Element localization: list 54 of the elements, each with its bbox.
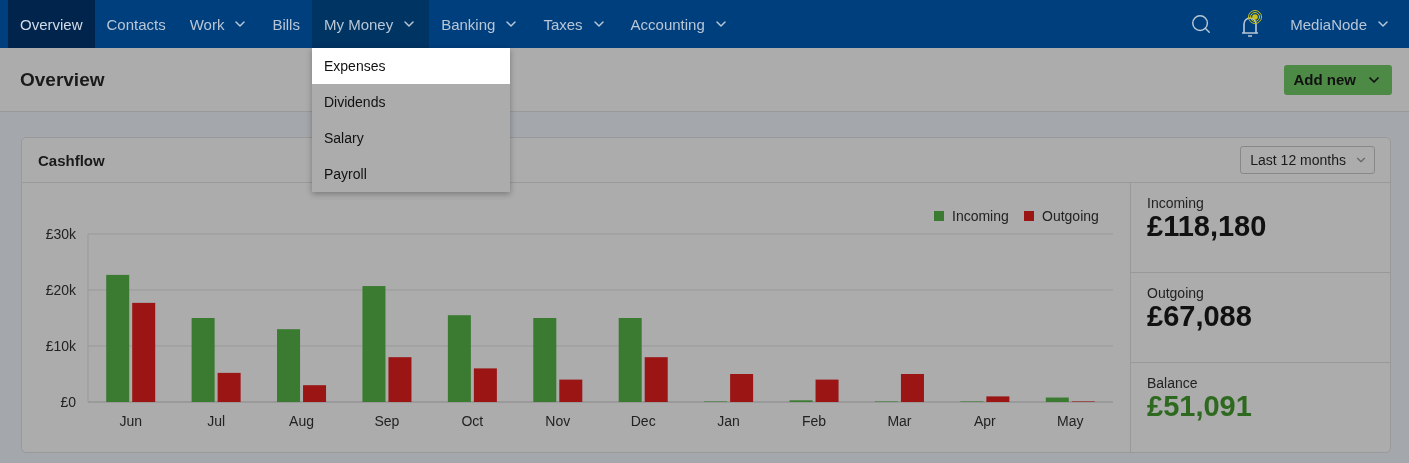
stat-value: £51,091 — [1147, 391, 1253, 423]
menu-item[interactable]: Salary — [311, 120, 510, 156]
range-select[interactable]: Last 12 months — [1240, 146, 1375, 174]
page-title: Overview — [20, 68, 105, 91]
stat-label: Incoming — [1147, 195, 1205, 211]
legend-label: Outgoing — [1042, 208, 1099, 224]
bar — [815, 379, 839, 402]
nav-tab[interactable]: Overview — [8, 0, 95, 48]
axis-label: May — [1057, 413, 1084, 429]
menu-item[interactable]: Expenses — [311, 48, 510, 84]
axis-label: £30k — [45, 226, 76, 242]
axis-label: Jan — [717, 413, 740, 429]
axis-label: Oct — [461, 413, 484, 429]
legend-swatch — [934, 211, 944, 221]
bar — [1045, 397, 1069, 402]
bar — [388, 357, 412, 402]
bar — [644, 357, 668, 402]
nav-tab[interactable]: Banking — [429, 0, 532, 48]
axis-label: £10k — [45, 338, 76, 354]
card-title: Cashflow — [38, 151, 105, 169]
nav-tab[interactable]: Bills — [260, 0, 312, 48]
menu-item[interactable]: Payroll — [311, 156, 510, 192]
axis-label: Aug — [289, 413, 314, 429]
bar — [217, 372, 241, 402]
legend-swatch — [1024, 211, 1034, 221]
add-new-button[interactable]: Add new — [1283, 64, 1392, 95]
axis-label: £20k — [45, 282, 76, 298]
legend-label: Incoming — [952, 208, 1009, 224]
account-menu[interactable]: MediaNode — [1290, 15, 1391, 33]
axis-label: Sep — [374, 413, 400, 429]
stat-value: £67,088 — [1147, 301, 1253, 333]
stat-value: £118,180 — [1147, 211, 1268, 243]
menu-item[interactable]: Dividends — [311, 84, 510, 120]
bar — [303, 385, 327, 402]
stat-label: Outgoing — [1147, 285, 1205, 301]
nav-tab[interactable]: Taxes — [531, 0, 619, 48]
bar — [900, 374, 924, 402]
stat-label: Balance — [1147, 375, 1199, 391]
axis-label: Jul — [207, 413, 226, 429]
bar — [559, 379, 583, 402]
nav-tab[interactable]: Accounting — [618, 0, 741, 48]
axis-label: Jun — [119, 413, 142, 429]
axis-label: £0 — [60, 394, 76, 410]
axis-label: Feb — [802, 413, 827, 429]
axis-label: Apr — [974, 413, 996, 429]
search-icon[interactable] — [1190, 13, 1213, 35]
bar — [986, 396, 1010, 402]
nav-tab[interactable]: Work — [177, 0, 261, 48]
nav-tab[interactable]: Contacts — [94, 0, 178, 48]
bar — [473, 368, 497, 402]
axis-label: Dec — [630, 413, 656, 429]
axis-label: Mar — [887, 413, 912, 429]
axis-label: Nov — [545, 413, 571, 429]
bar — [730, 374, 754, 402]
